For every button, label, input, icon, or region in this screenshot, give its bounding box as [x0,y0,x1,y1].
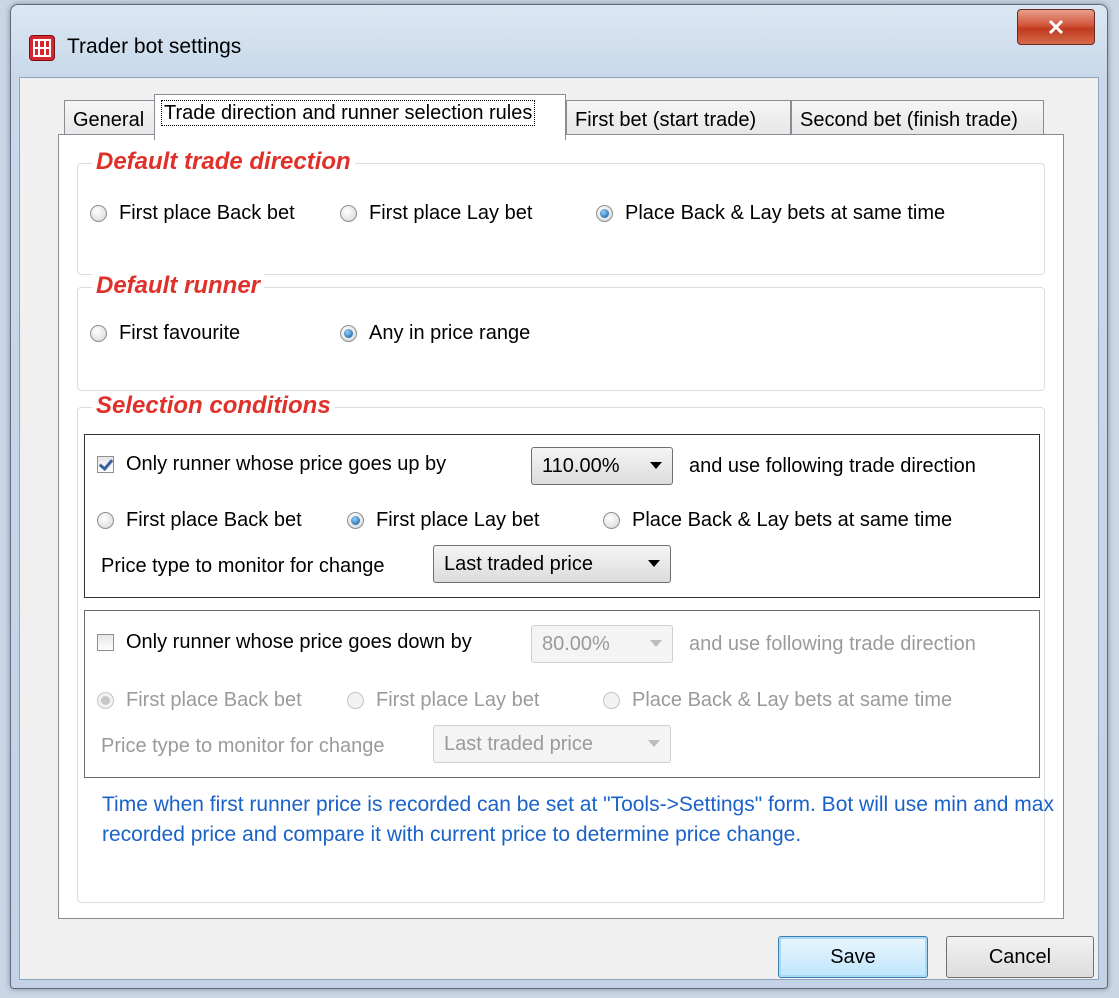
dropdown-value: Last traded price [444,552,593,575]
checkbox-label: Only runner whose price goes down by [126,631,472,653]
group-title: Default trade direction [92,148,355,176]
radio-label: Any in price range [369,322,531,344]
radio-label: First place Lay bet [376,509,540,531]
radio-back-and-lay[interactable]: Place Back & Lay bets at same time [596,202,945,225]
group-title: Default runner [92,272,265,300]
save-button[interactable]: Save [778,936,928,978]
radio-label: First place Back bet [126,509,302,531]
price-down-condition: Only runner whose price goes down by 80.… [84,610,1040,778]
tab-label: Trade direction and runner selection rul… [160,100,536,126]
trade-direction-suffix: and use following trade direction [689,633,976,655]
price-down-percent-dropdown[interactable]: 80.00% [531,625,673,663]
radio-first-back[interactable]: First place Back bet [90,202,295,225]
radio-label: First favourite [119,322,241,344]
chevron-down-icon [650,640,662,647]
chevron-down-icon [648,740,660,747]
radio-label: Place Back & Lay bets at same time [632,689,953,711]
app-icon [29,35,55,61]
dropdown-value: Last traded price [444,732,593,755]
window-title: Trader bot settings [67,35,242,58]
tab-label: First bet (start trade) [575,109,757,131]
trade-direction-suffix: and use following trade direction [689,455,976,477]
title-bar[interactable]: Trader bot settings [11,5,1107,77]
up-price-type-dropdown[interactable]: Last traded price [433,545,671,583]
price-up-percent-dropdown[interactable]: 110.00% [531,447,673,485]
radio-label: First place Lay bet [369,202,533,224]
price-down-checkbox[interactable]: Only runner whose price goes down by [97,631,472,654]
settings-window: Trader bot settings General Trade direct… [10,4,1108,989]
close-icon [1048,19,1064,35]
chevron-down-icon [648,560,660,567]
tab-trade-direction[interactable]: Trade direction and runner selection rul… [154,94,566,140]
price-up-checkbox[interactable]: Only runner whose price goes up by [97,453,446,476]
dialog-body: General Trade direction and runner selec… [19,77,1099,980]
radio-first-favourite[interactable]: First favourite [90,322,240,345]
price-type-label: Price type to monitor for change [101,555,385,577]
close-button[interactable] [1017,9,1095,45]
up-radio-back-and-lay[interactable]: Place Back & Lay bets at same time [603,509,952,532]
tab-page: Default trade direction First place Back… [58,134,1064,919]
dropdown-value: 110.00% [542,454,620,477]
up-radio-first-lay[interactable]: First place Lay bet [347,509,539,532]
tab-label: General [73,109,145,131]
cancel-button[interactable]: Cancel [946,936,1094,978]
selection-conditions-group: Selection conditions Only runner whose p… [77,392,1054,903]
checkbox-label: Only runner whose price goes up by [126,453,447,475]
radio-first-lay[interactable]: First place Lay bet [340,202,532,225]
down-price-type-dropdown[interactable]: Last traded price [433,725,671,763]
radio-label: First place Lay bet [376,689,540,711]
chevron-down-icon [650,462,662,469]
radio-any-in-price-range[interactable]: Any in price range [340,322,530,345]
down-radio-back-and-lay[interactable]: Place Back & Lay bets at same time [603,689,952,712]
group-title: Selection conditions [92,392,335,420]
price-up-condition: Only runner whose price goes up by 110.0… [84,434,1040,598]
radio-label: First place Back bet [119,202,295,224]
tab-label: Second bet (finish trade) [800,109,1018,131]
info-text: Time when first runner price is recorded… [102,793,1054,846]
down-radio-first-lay[interactable]: First place Lay bet [347,689,539,712]
radio-label: First place Back bet [126,689,302,711]
default-trade-direction-group: Default trade direction First place Back… [77,148,1045,275]
radio-label: Place Back & Lay bets at same time [632,509,953,531]
default-runner-group: Default runner First favourite Any in pr… [77,272,1045,391]
down-radio-first-back[interactable]: First place Back bet [97,689,302,712]
radio-label: Place Back & Lay bets at same time [625,202,946,224]
dropdown-value: 80.00% [542,632,610,655]
up-radio-first-back[interactable]: First place Back bet [97,509,302,532]
price-type-label: Price type to monitor for change [101,735,385,757]
